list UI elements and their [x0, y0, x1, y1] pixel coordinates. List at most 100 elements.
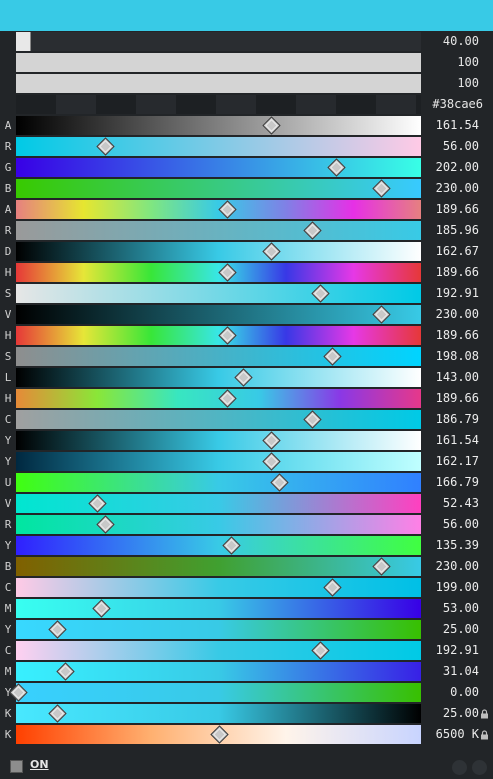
channel-value[interactable]: 199.00 — [423, 577, 479, 598]
channel-value[interactable]: 25.00 — [423, 619, 479, 640]
channel-value[interactable]: 31.04 — [423, 661, 479, 682]
channel-value[interactable]: 202.00 — [423, 157, 479, 178]
slider-handle[interactable] — [217, 326, 237, 345]
channel-slider-track[interactable] — [16, 326, 421, 345]
channel-value[interactable]: 25.00 — [423, 703, 479, 724]
channel-value[interactable]: 185.96 — [423, 220, 479, 241]
slider-handle[interactable] — [96, 137, 115, 156]
channel-value[interactable]: 189.66 — [423, 388, 479, 409]
slider-handle[interactable] — [270, 473, 289, 492]
channel-slider-track[interactable] — [16, 242, 421, 261]
slider-handle[interactable] — [323, 347, 342, 366]
channel-slider-track[interactable] — [16, 725, 421, 744]
channel-slider-track[interactable] — [16, 389, 421, 408]
slider-handle[interactable] — [217, 200, 237, 219]
slider-handle[interactable] — [371, 305, 391, 324]
channel-slider-track[interactable] — [16, 179, 421, 198]
channel-value[interactable]: 52.43 — [423, 493, 479, 514]
channel-value[interactable]: 192.91 — [423, 283, 479, 304]
top-slider-track[interactable] — [16, 53, 421, 72]
slider-handle[interactable] — [221, 536, 241, 555]
channel-value[interactable]: 135.39 — [423, 535, 479, 556]
channel-slider-track[interactable] — [16, 662, 421, 681]
on-checkbox[interactable] — [10, 760, 23, 773]
channel-value[interactable]: 186.79 — [423, 409, 479, 430]
channel-value[interactable]: 56.00 — [423, 136, 479, 157]
slider-handle[interactable] — [217, 389, 237, 408]
channel-value[interactable]: 230.00 — [423, 304, 479, 325]
slider-handle[interactable] — [262, 452, 281, 471]
channel-value[interactable]: 230.00 — [423, 178, 479, 199]
slider-handle[interactable] — [311, 641, 330, 660]
channel-value[interactable]: 166.79 — [423, 472, 479, 493]
channel-slider-track[interactable] — [16, 557, 421, 576]
channel-slider-track[interactable] — [16, 263, 421, 282]
top-slider-value[interactable]: 40.00 — [423, 31, 479, 52]
slider-handle[interactable] — [311, 284, 330, 303]
slider-handle[interactable] — [262, 242, 281, 261]
channel-value[interactable]: 161.54 — [423, 115, 479, 136]
channel-slider-track[interactable] — [16, 305, 421, 324]
slider-handle[interactable] — [323, 578, 342, 597]
slider-handle[interactable] — [234, 368, 253, 387]
slider-handle[interactable] — [209, 725, 229, 744]
channel-value[interactable]: 230.00 — [423, 556, 479, 577]
slider-handle[interactable] — [262, 116, 281, 135]
channel-slider-track[interactable] — [16, 452, 421, 471]
channel-slider-track[interactable] — [16, 599, 421, 618]
slider-handle[interactable] — [55, 662, 75, 681]
slider-handle[interactable] — [327, 158, 346, 177]
circle-button-left[interactable] — [452, 760, 467, 775]
slider-handle[interactable] — [217, 263, 237, 282]
channel-value[interactable]: 161.54 — [423, 430, 479, 451]
channel-value[interactable]: 192.91 — [423, 640, 479, 661]
channel-slider-track[interactable] — [16, 620, 421, 639]
slider-handle[interactable] — [92, 599, 111, 618]
channel-value[interactable]: 162.67 — [423, 241, 479, 262]
channel-value[interactable]: 162.17 — [423, 451, 479, 472]
channel-slider-track[interactable] — [16, 578, 421, 597]
channel-value[interactable]: 198.08 — [423, 346, 479, 367]
channel-slider-track[interactable] — [16, 431, 421, 450]
channel-slider-track[interactable] — [16, 200, 421, 219]
slider-handle[interactable] — [371, 179, 391, 198]
channel-value[interactable]: 143.00 — [423, 367, 479, 388]
channel-value[interactable]: 53.00 — [423, 598, 479, 619]
slider-handle[interactable] — [262, 431, 281, 450]
top-slider-value[interactable]: 100 — [423, 52, 479, 73]
channel-slider-track[interactable] — [16, 368, 421, 387]
channel-slider-track[interactable] — [16, 347, 421, 366]
channel-slider-track[interactable] — [16, 158, 421, 177]
lock-icon[interactable] — [480, 730, 489, 740]
channel-slider-track[interactable] — [16, 410, 421, 429]
channel-slider-track[interactable] — [16, 494, 421, 513]
slider-handle[interactable] — [88, 494, 107, 513]
channel-value[interactable]: 189.66 — [423, 262, 479, 283]
channel-slider-track[interactable] — [16, 284, 421, 303]
channel-slider-track[interactable] — [16, 473, 421, 492]
channel-slider-track[interactable] — [16, 116, 421, 135]
channel-slider-track[interactable] — [16, 515, 421, 534]
circle-button-right[interactable] — [472, 760, 487, 775]
channel-slider-track[interactable] — [16, 536, 421, 555]
channel-value[interactable]: 189.66 — [423, 325, 479, 346]
hex-value[interactable]: #38cae6 — [423, 94, 483, 115]
slider-handle[interactable] — [47, 704, 67, 723]
channel-value[interactable]: 189.66 — [423, 199, 479, 220]
channel-slider-track[interactable] — [16, 221, 421, 240]
slider-handle[interactable] — [96, 515, 115, 534]
channel-value[interactable]: 56.00 — [423, 514, 479, 535]
top-slider-value[interactable]: 100 — [423, 73, 479, 94]
channel-slider-track[interactable] — [16, 641, 421, 660]
slider-handle[interactable] — [47, 620, 67, 639]
on-label[interactable]: ON — [30, 758, 49, 771]
slider-handle[interactable] — [302, 221, 322, 240]
slider-handle[interactable] — [371, 557, 391, 576]
channel-slider-track[interactable] — [9, 683, 421, 702]
channel-slider-track[interactable] — [16, 704, 421, 723]
slider-handle[interactable] — [302, 410, 322, 429]
top-slider-track[interactable] — [16, 74, 421, 93]
channel-slider-track[interactable] — [16, 137, 421, 156]
top-slider-track[interactable] — [16, 32, 421, 51]
lock-icon[interactable] — [480, 709, 489, 719]
